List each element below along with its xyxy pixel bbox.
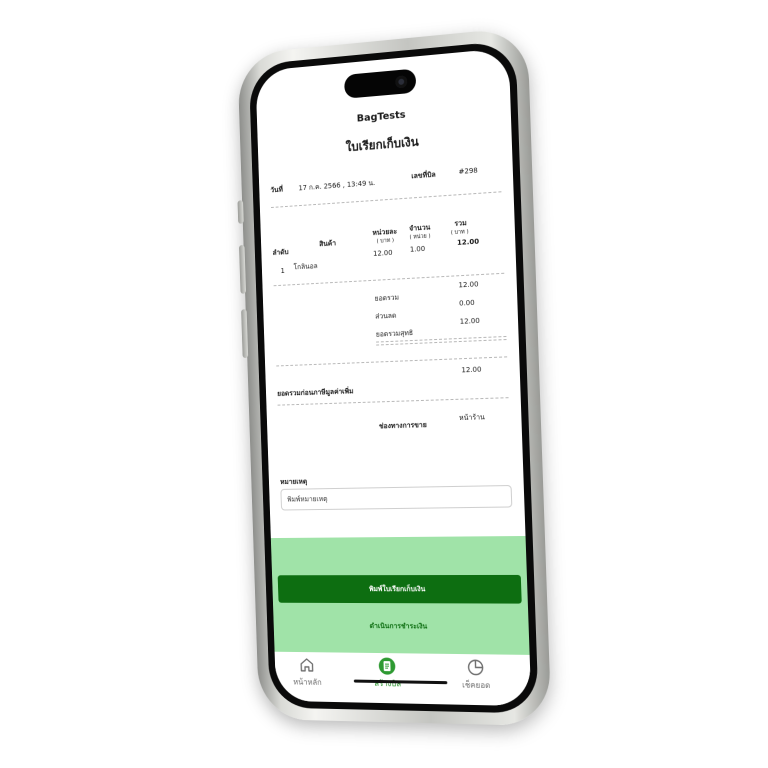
net-label: ยอดรวมสุทธิ	[376, 328, 414, 341]
net-value: 12.00	[460, 317, 480, 326]
note-label: หมายเหตุ	[280, 477, 307, 488]
channel-value: หน้าร้าน	[459, 412, 485, 424]
page-title: ใบเรียกเก็บเงิน	[258, 125, 512, 164]
discount-value: 0.00	[459, 299, 475, 308]
document-icon	[378, 657, 396, 675]
tab-check-balance-label: เช็คยอด	[462, 680, 491, 690]
proceed-payment-button[interactable]: ดำเนินการชำระเงิน	[274, 620, 529, 633]
phone-mockup: BagTests ใบเรียกเก็บเงิน วันที่ 17 ก.ค. …	[237, 27, 551, 727]
action-button	[237, 200, 243, 224]
tab-check-balance[interactable]: เช็คยอด	[445, 658, 506, 693]
app-screen: BagTests ใบเรียกเก็บเงิน วันที่ 17 ก.ค. …	[255, 48, 531, 706]
tab-home[interactable]: หน้าหลัก	[278, 656, 336, 689]
date-value: 17 ก.ค. 2566 , 13:49 น.	[298, 178, 375, 194]
invoice-page: BagTests ใบเรียกเก็บเงิน วันที่ 17 ก.ค. …	[255, 48, 531, 706]
col-header-total-sub: ( บาท )	[451, 228, 469, 237]
pre-vat-value: 12.00	[461, 366, 481, 375]
print-invoice-button[interactable]: พิมพ์ใบเรียกเก็บเงิน	[278, 575, 522, 604]
bottom-tab-bar: หน้าหลัก สร้างบิล เช็คยอด	[275, 652, 532, 706]
subtotal-label: ยอดรวม	[374, 292, 399, 304]
col-header-qty-sub: ( หน่วย )	[409, 232, 430, 241]
col-header-item: สินค้า	[319, 238, 336, 250]
pre-vat-label: ยอดรวมก่อนภาษีมูลค่าเพิ่ม	[277, 386, 354, 399]
col-header-no: ลำดับ	[272, 247, 288, 259]
date-label: วันที่	[270, 185, 283, 197]
row-unit-price: 12.00	[373, 249, 393, 258]
home-icon	[298, 656, 316, 674]
bill-no-value: #298	[458, 166, 477, 175]
pie-chart-icon	[466, 658, 485, 677]
tab-home-label: หน้าหลัก	[293, 678, 322, 687]
row-qty: 1.00	[410, 245, 426, 254]
note-input[interactable]	[280, 485, 512, 511]
row-item: โกลินอล	[293, 261, 317, 273]
col-header-unit-price-sub: ( บาท )	[376, 237, 394, 246]
row-no: 1	[280, 267, 284, 275]
channel-label: ช่องทางการขาย	[379, 420, 427, 432]
tab-create-bill[interactable]: สร้างบิล	[358, 657, 417, 691]
bill-no-label: เลขที่บิล	[411, 170, 436, 183]
subtotal-value: 12.00	[458, 280, 478, 289]
discount-label: ส่วนลด	[375, 311, 397, 323]
row-total: 12.00	[457, 238, 479, 247]
